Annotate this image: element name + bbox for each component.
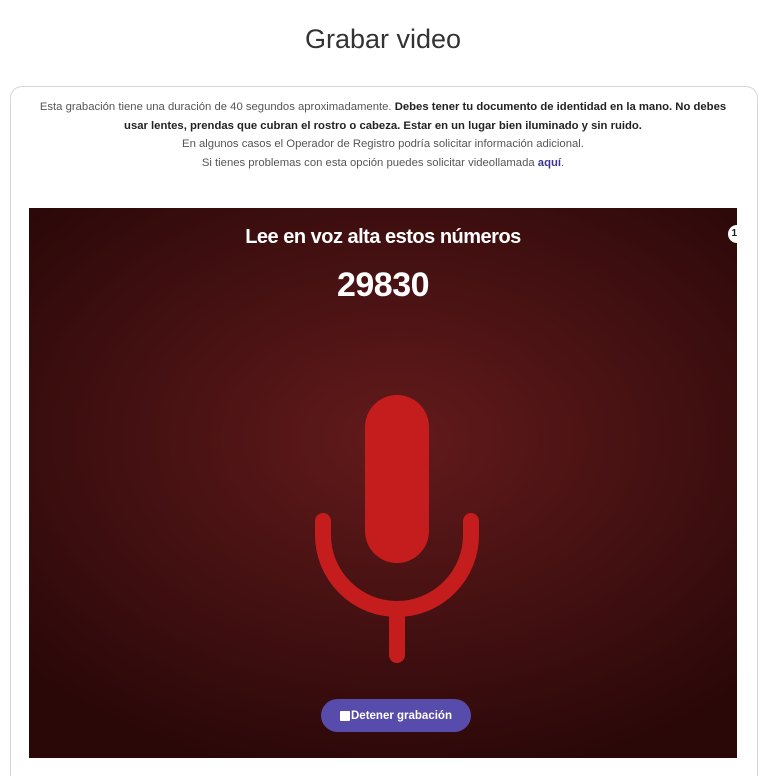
instructions-additional-info: En algunos casos el Operador de Registro… (182, 138, 584, 150)
instructions-period: . (561, 156, 565, 169)
instructions-text: Esta grabación tiene una duración de 40 … (30, 98, 736, 172)
read-aloud-prompt: Lee en voz alta estos números (245, 226, 521, 248)
videocall-link[interactable]: aquí (538, 157, 561, 169)
verification-code: 29830 (336, 266, 430, 304)
recording-stage: Lee en voz alta estos números 29830 10 D… (29, 208, 737, 758)
stop-recording-button[interactable]: Detener grabación (321, 699, 471, 732)
stop-square-icon (340, 710, 350, 721)
instructions-videocall: Si tienes problemas con esta opción pued… (201, 156, 535, 169)
stop-recording-label: Detener grabación (351, 709, 452, 722)
microphone-icon (315, 395, 479, 663)
page-title: Grabar video (304, 24, 462, 54)
instructions-duration: Esta grabación tiene una duración de 40 … (39, 101, 392, 113)
